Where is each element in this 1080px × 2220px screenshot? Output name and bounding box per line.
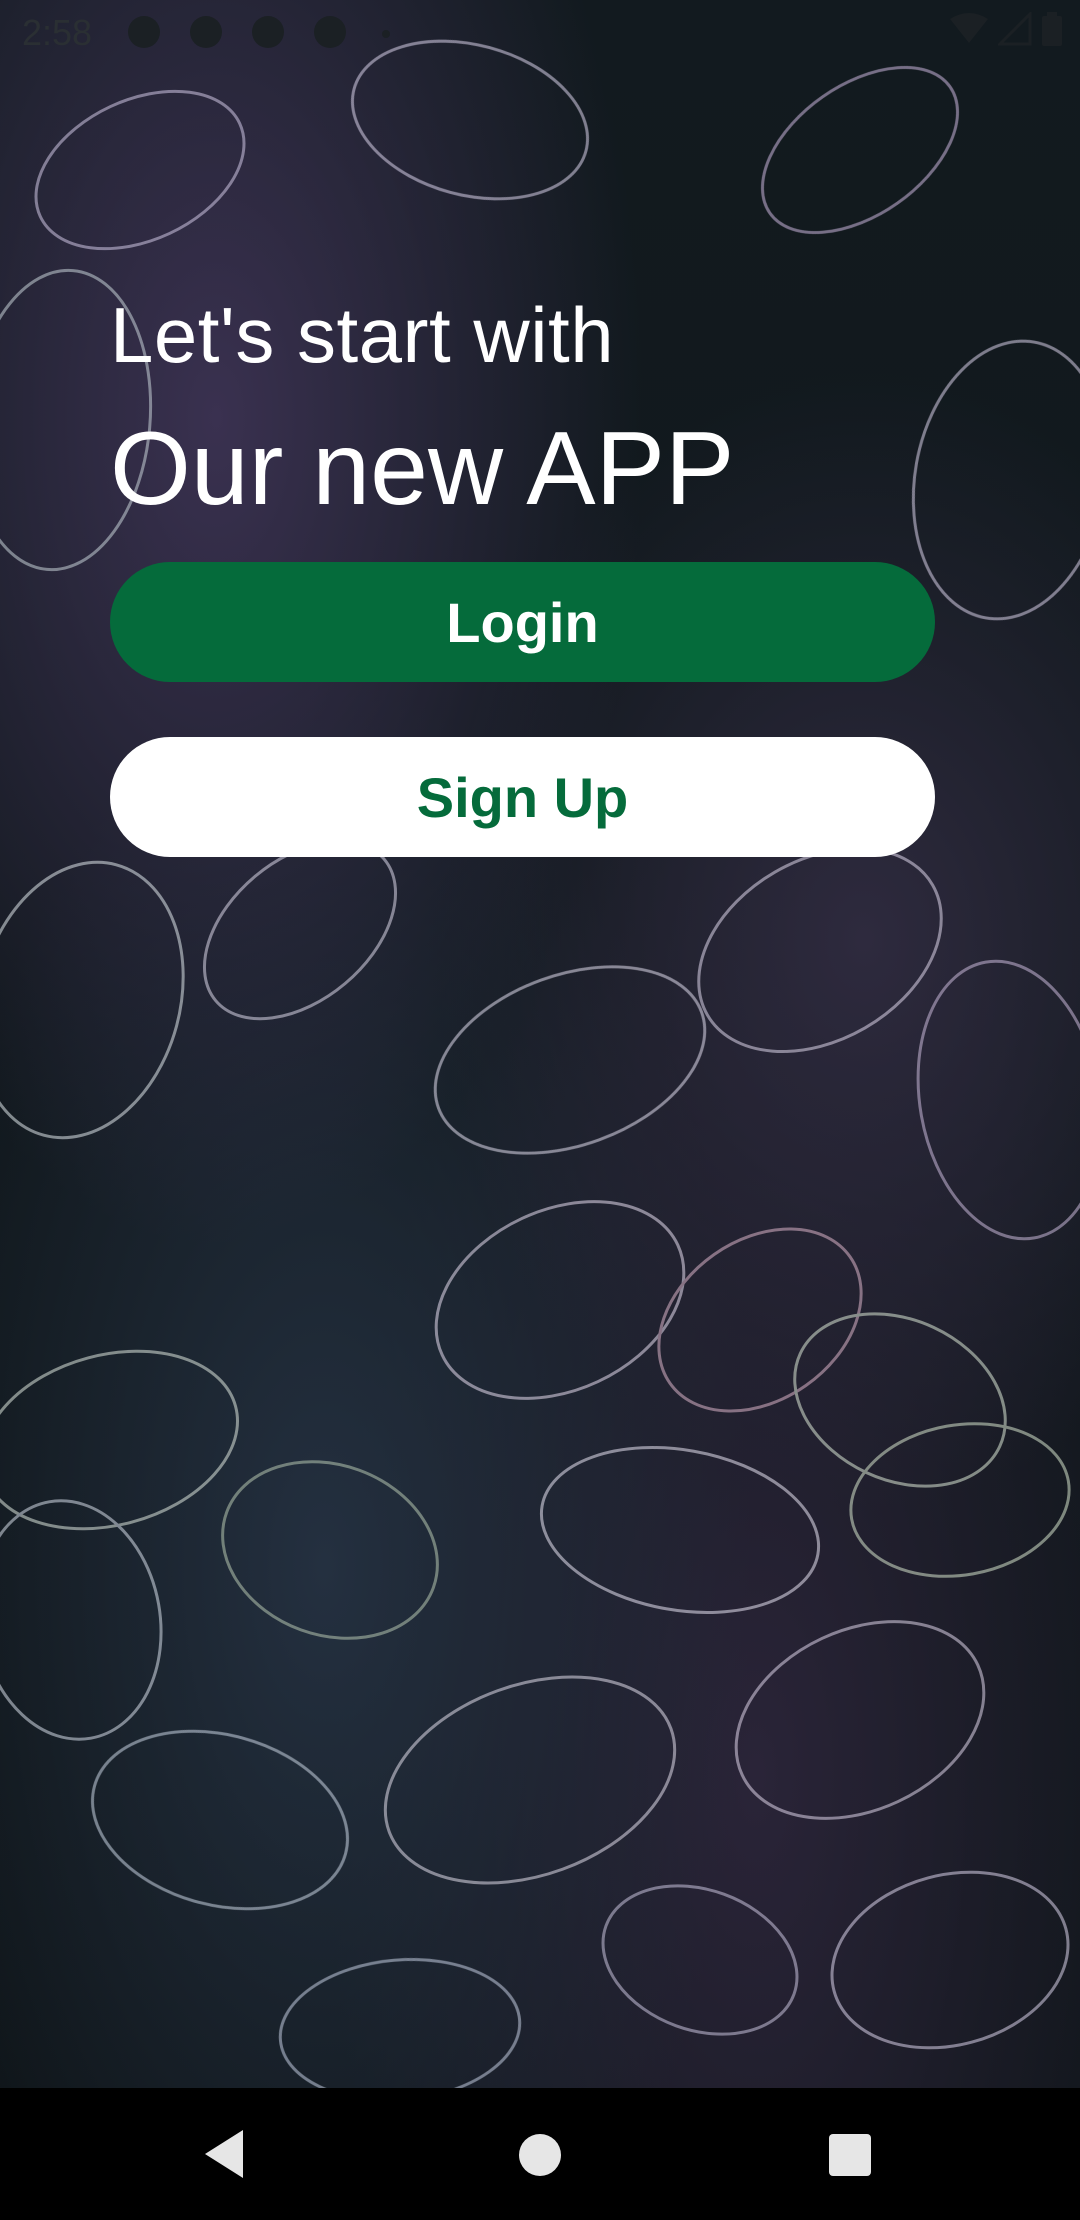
dot-icon (382, 30, 390, 38)
system-icons (950, 12, 1062, 46)
status-bar: 2:58 (0, 0, 1080, 66)
shield-icon (252, 16, 284, 48)
login-button[interactable]: Login (110, 562, 935, 682)
settings-icon (128, 16, 160, 48)
back-icon[interactable] (205, 2130, 243, 2178)
app-title: Our new APP (110, 411, 735, 527)
wifi-icon (950, 13, 988, 43)
sync-icon (314, 16, 346, 48)
status-time: 2:58 (22, 12, 93, 53)
signal-icon (998, 12, 1032, 46)
app-icon (190, 16, 222, 48)
battery-icon (1042, 12, 1062, 46)
sign-up-button[interactable]: Sign Up (110, 737, 935, 857)
welcome-subtitle: Let's start with (110, 291, 615, 379)
home-icon[interactable] (519, 2134, 561, 2176)
recents-icon[interactable] (829, 2134, 871, 2176)
